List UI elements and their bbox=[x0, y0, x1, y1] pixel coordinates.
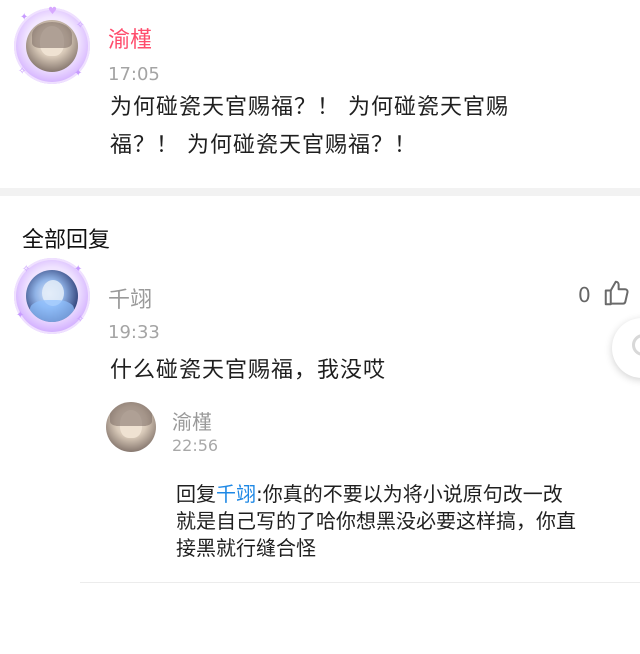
sparkle-icon: ✧ bbox=[76, 20, 85, 31]
post-body-line: 福？！ 为何碰瓷天官赐福？！ bbox=[110, 133, 417, 158]
like-count: 0 bbox=[578, 283, 591, 307]
sub-reply-text: :你真的不要以为将小说原句改一改 bbox=[256, 482, 563, 506]
post-timestamp: 17:05 bbox=[108, 64, 160, 85]
thumbs-up-icon bbox=[602, 278, 632, 312]
sub-reply-line: 接黑就行缝合怪 bbox=[176, 536, 316, 560]
sub-reply-line: 回复千翊:你真的不要以为将小说原句改一改 bbox=[176, 481, 636, 508]
sub-reply-line: 就是自己写的了哈你想黑没必要这样搞，你直 bbox=[176, 509, 576, 533]
sparkle-icon: ✦ bbox=[74, 264, 83, 275]
sparkle-icon: ✧ bbox=[22, 264, 31, 275]
floating-action-button[interactable] bbox=[612, 318, 640, 378]
sparkle-icon: ✧ bbox=[18, 66, 27, 77]
sub-reply-author-name[interactable]: 渝槿 bbox=[172, 406, 212, 435]
heart-icon: ♥ bbox=[48, 6, 57, 17]
reply-timestamp: 19:33 bbox=[108, 322, 160, 343]
reply-body: 什么碰瓷天官赐福，我没哎 bbox=[110, 358, 387, 383]
sparkle-icon: ✧ bbox=[76, 314, 85, 325]
sparkle-icon: ✦ bbox=[74, 68, 83, 79]
avatar-image bbox=[26, 20, 78, 72]
reply-prefix: 回复 bbox=[176, 482, 216, 506]
avatar-image bbox=[26, 270, 78, 322]
sparkle-icon: ✦ bbox=[16, 310, 25, 321]
post-body-line: 为何碰瓷天官赐福？！ 为何碰瓷天官赐 bbox=[110, 95, 509, 120]
sub-reply-timestamp: 22:56 bbox=[172, 436, 219, 455]
section-divider bbox=[0, 188, 640, 196]
mention-link[interactable]: 千翊 bbox=[216, 482, 256, 506]
post-body: 为何碰瓷天官赐福？！ 为何碰瓷天官赐 福？！ 为何碰瓷天官赐福？！ bbox=[110, 89, 630, 165]
sub-reply-avatar[interactable] bbox=[106, 402, 156, 452]
like-button[interactable]: 0 bbox=[574, 278, 636, 312]
sparkle-icon: ✦ bbox=[20, 12, 29, 23]
post-author-name[interactable]: 渝槿 bbox=[108, 22, 152, 54]
divider bbox=[80, 582, 640, 583]
circle-icon bbox=[632, 334, 640, 356]
sub-reply-body: 回复千翊:你真的不要以为将小说原句改一改 就是自己写的了哈你想黑没必要这样搞，你… bbox=[176, 481, 636, 562]
reply-author-avatar[interactable]: ✧ ✦ ✦ ✧ bbox=[14, 258, 90, 334]
post-author-avatar[interactable]: ✦ ✧ ♥ ✧ ✦ bbox=[14, 6, 90, 84]
section-title: 全部回复 bbox=[22, 228, 111, 253]
reply-author-name[interactable]: 千翊 bbox=[108, 282, 152, 314]
